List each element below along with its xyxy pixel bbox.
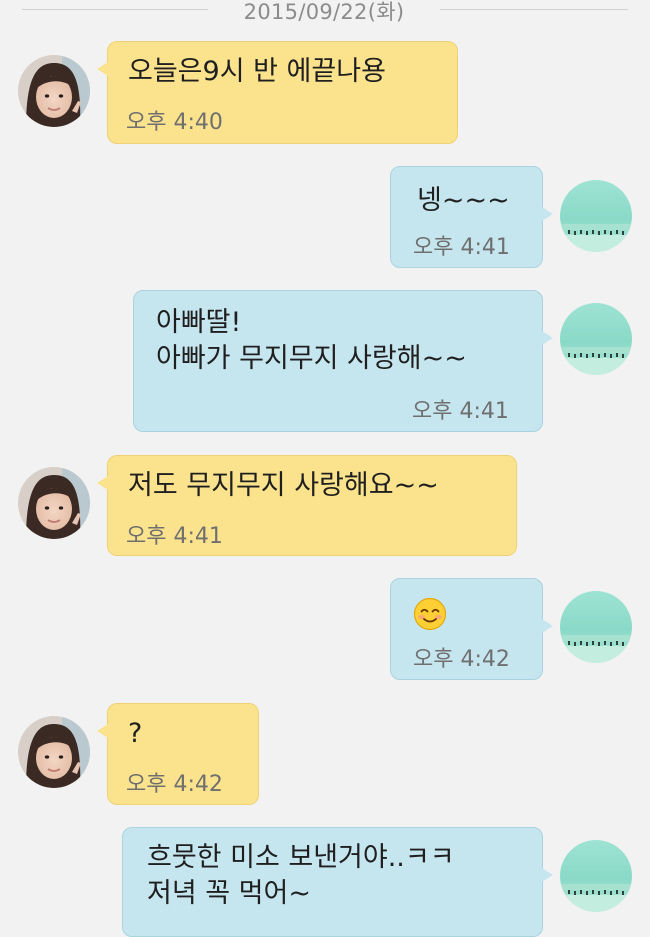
message-time: 오후 4:42: [126, 772, 223, 797]
bubble-tail: [97, 476, 108, 490]
message-bubble-incoming[interactable]: 오늘은9시 반 에끝나용 오후 4:40: [97, 41, 458, 144]
message-text: 저도 무지무지 사랑해요~~: [128, 470, 439, 501]
message-text: ?: [128, 718, 143, 749]
message-bubble-incoming[interactable]: 저도 무지무지 사랑해요~~ 오후 4:41: [97, 455, 517, 556]
bubble-tail: [542, 207, 553, 221]
message-time: 오후 4:41: [126, 524, 223, 549]
message-time: 오후 4:40: [126, 110, 223, 135]
message-time: 오후 4:41: [412, 399, 509, 424]
divider-line-left: [22, 9, 208, 10]
my-avatar[interactable]: [560, 303, 632, 375]
bubble-tail: [97, 724, 108, 738]
date-divider: 2015/09/22(화): [0, 0, 650, 30]
contact-avatar[interactable]: [18, 55, 90, 127]
date-label: 2015/09/22(화): [243, 0, 405, 24]
bubble-tail: [542, 619, 553, 633]
divider-line-right: [440, 9, 628, 10]
message-bubble-outgoing[interactable]: 흐뭇한 미소 보낸거야..ㅋㅋ 저녁 꼭 먹어~: [122, 827, 553, 937]
bubble-tail: [97, 62, 108, 76]
bubble-tail: [542, 331, 553, 345]
contact-avatar[interactable]: [18, 716, 90, 788]
my-avatar[interactable]: [560, 591, 632, 663]
bubble-tail: [542, 868, 553, 882]
message-bubble-outgoing[interactable]: 오후 4:42: [390, 578, 553, 680]
message-bubble-outgoing[interactable]: 넹~~~ 오후 4:41: [390, 166, 553, 268]
message-text: 흐뭇한 미소 보낸거야..ㅋㅋ 저녁 꼭 먹어~: [147, 842, 455, 909]
message-time: 오후 4:41: [413, 235, 510, 260]
contact-avatar[interactable]: [18, 467, 90, 539]
message-text: 아빠딸! 아빠가 무지무지 사랑해~~: [156, 307, 467, 374]
my-avatar[interactable]: [560, 840, 632, 912]
my-avatar[interactable]: [560, 180, 632, 252]
message-bubble-incoming[interactable]: ? 오후 4:42: [97, 703, 259, 805]
message-text: 오늘은9시 반 에끝나용: [128, 56, 386, 87]
message-text: 넹~~~: [417, 185, 510, 216]
message-bubble-outgoing[interactable]: 아빠딸! 아빠가 무지무지 사랑해~~ 오후 4:41: [133, 290, 553, 432]
message-time: 오후 4:42: [413, 647, 510, 672]
smiling-face-icon: [413, 597, 447, 635]
